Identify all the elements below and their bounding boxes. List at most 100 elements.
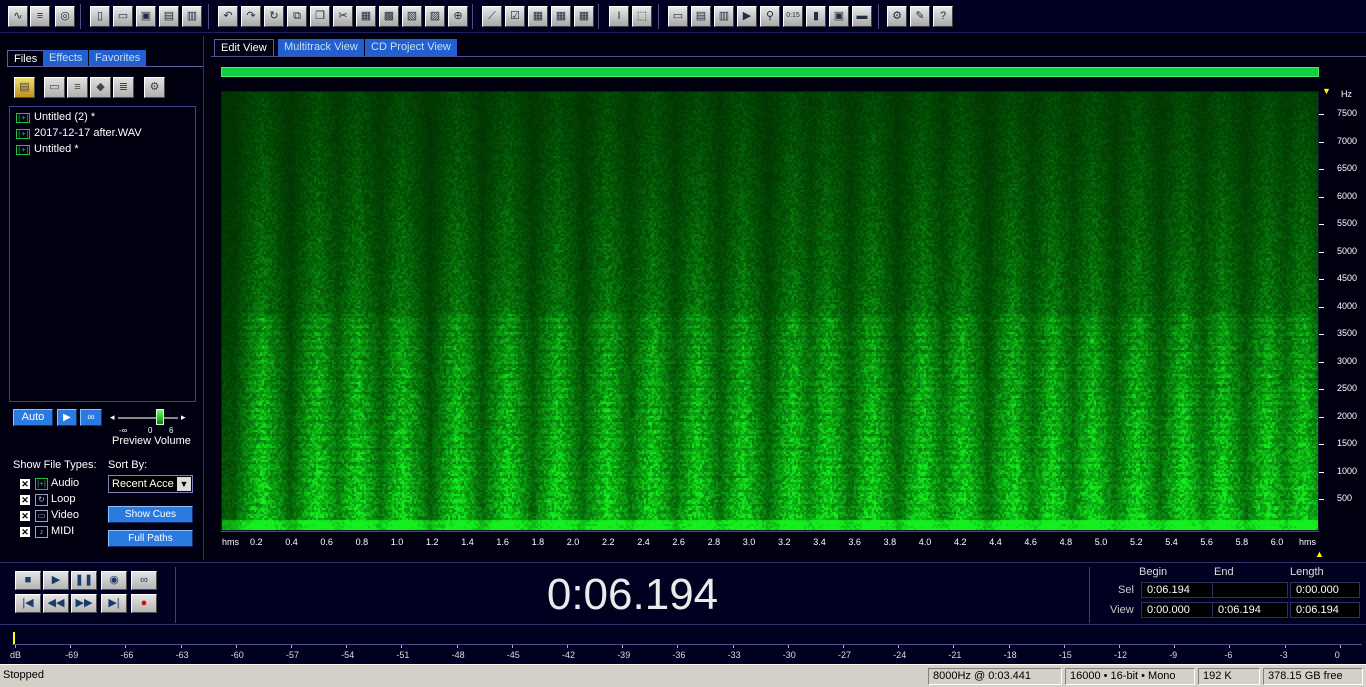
preview-loop-button[interactable]: ∞ (80, 409, 102, 426)
meter-tick-label: -69 (65, 650, 79, 660)
record-button[interactable]: ● (131, 594, 157, 613)
time-icon[interactable]: 0:15 (783, 6, 803, 27)
cue-icon[interactable]: ▥ (714, 6, 734, 27)
cut-icon[interactable]: ✂ (333, 6, 353, 27)
fast-forward-button[interactable]: ▶▶ (71, 594, 97, 613)
view-end-field[interactable]: 0:06.194 (1212, 602, 1288, 618)
preview-volume-thumb[interactable] (156, 409, 164, 425)
file-item[interactable]: |+| Untitled * (16, 143, 79, 157)
tab-edit-view[interactable]: Edit View (214, 39, 274, 56)
full-paths-button[interactable]: Full Paths (108, 530, 193, 547)
view-begin-field[interactable]: 0:00.000 (1141, 602, 1223, 618)
snap-icon[interactable]: ☑ (505, 6, 525, 27)
go-to-end-button[interactable]: ▶| (101, 594, 127, 613)
time-tick-label: 1.0 (390, 537, 404, 547)
cd-view-icon[interactable]: ◎ (55, 6, 75, 27)
go-to-start-button[interactable]: |◀ (15, 594, 41, 613)
midi-checkbox[interactable]: ✕ (20, 527, 30, 537)
tab-cd-project-view[interactable]: CD Project View (365, 39, 457, 56)
paste-new-icon[interactable]: ▩ (379, 6, 399, 27)
file-item[interactable]: |+| Untitled (2) * (16, 111, 96, 125)
zero-cross-icon[interactable]: ⊕ (448, 6, 468, 27)
loop-button[interactable]: ∞ (131, 571, 157, 590)
insert-icon[interactable]: ≣ (113, 77, 134, 98)
copy-new-icon[interactable]: ⧉ (287, 6, 307, 27)
meter-tick-label: -60 (230, 650, 244, 660)
status-format: 16000 • 16-bit • Mono (1065, 668, 1195, 685)
auto-play-button[interactable]: Auto (13, 409, 53, 426)
meter-tick-mark (180, 645, 182, 648)
sel-length-field[interactable]: 0:00.000 (1290, 582, 1360, 598)
new-icon[interactable]: ▯ (90, 6, 110, 27)
close-icon[interactable]: ▣ (136, 6, 156, 27)
audio-checkbox[interactable]: ✕ (20, 479, 30, 489)
clip-icon[interactable]: ▤ (691, 6, 711, 27)
play-to-end-button[interactable]: ◉ (101, 571, 127, 590)
tab-multitrack-view[interactable]: Multitrack View (278, 39, 364, 56)
copy-icon[interactable]: ❐ (310, 6, 330, 27)
time-tick-label: 4.6 (1024, 537, 1037, 547)
preview-play-button[interactable]: ▶ (57, 409, 77, 426)
view-length-field[interactable]: 0:06.194 (1290, 602, 1360, 618)
tab-favorites[interactable]: Favorites (89, 50, 147, 66)
script-icon[interactable]: ✎ (910, 6, 930, 27)
trim-icon[interactable]: ▨ (425, 6, 445, 27)
sel-begin-field[interactable]: 0:06.194 (1141, 582, 1223, 598)
pause-button[interactable]: ❚❚ (71, 571, 97, 590)
stop-button[interactable]: ■ (15, 571, 41, 590)
spectral-icon[interactable]: ▦ (528, 6, 548, 27)
file-item[interactable]: |+| 2017-12-17 after.WAV (16, 127, 142, 141)
hz-tick-mark (1319, 224, 1324, 225)
play-list-icon[interactable]: ▶ (737, 6, 757, 27)
video-checkbox[interactable]: ✕ (20, 511, 30, 521)
overview-range-bar[interactable] (221, 67, 1319, 77)
volume-right-arrow-icon[interactable]: ▸ (181, 412, 186, 423)
level-icon[interactable]: ▮ (806, 6, 826, 27)
edit-file-icon[interactable]: ◆ (90, 77, 111, 98)
save-icon[interactable]: ▤ (159, 6, 179, 27)
redo-icon[interactable]: ↷ (241, 6, 261, 27)
volume-left-arrow-icon[interactable]: ◂ (110, 412, 115, 423)
save-all-icon[interactable]: ▥ (182, 6, 202, 27)
hz-tick-mark (1319, 389, 1324, 390)
open-file-icon[interactable]: ▤ (14, 77, 35, 98)
grid-icon[interactable]: ▦ (551, 6, 571, 27)
settings-icon[interactable]: ⚙ (887, 6, 907, 27)
top-marker-icon[interactable]: ▼ (1322, 86, 1331, 96)
file-name: Untitled (2) * (34, 111, 96, 123)
toolbar-separator (208, 4, 210, 29)
marquee-icon[interactable]: ⬚ (632, 6, 652, 27)
hz-tick-mark (1319, 499, 1324, 500)
select-cursor-icon[interactable]: I (609, 6, 629, 27)
play-button[interactable]: ▶ (43, 571, 69, 590)
undo-icon[interactable]: ↶ (218, 6, 238, 27)
help-icon[interactable]: ? (933, 6, 953, 27)
mix-paste-icon[interactable]: ▧ (402, 6, 422, 27)
info-icon[interactable]: ▣ (829, 6, 849, 27)
tab-files[interactable]: Files (7, 50, 45, 66)
repeat-icon[interactable]: ↻ (264, 6, 284, 27)
ruler-icon[interactable]: ▦ (574, 6, 594, 27)
show-cues-button[interactable]: Show Cues (108, 506, 193, 523)
organizer-settings-icon[interactable]: ⚙ (144, 77, 165, 98)
zoom-icon[interactable]: ⚲ (760, 6, 780, 27)
bar-icon[interactable]: ▬ (852, 6, 872, 27)
multitrack-view-icon[interactable]: ≡ (30, 6, 50, 27)
window-icon[interactable]: ▭ (668, 6, 688, 27)
preview-volume-track[interactable] (118, 417, 178, 419)
rewind-button[interactable]: ◀◀ (43, 594, 69, 613)
tab-effects[interactable]: Effects (43, 50, 89, 66)
time-tick-label: 2.8 (707, 537, 721, 547)
sel-end-field[interactable] (1212, 582, 1288, 598)
bottom-marker-icon[interactable]: ▲ (1315, 549, 1324, 559)
close-file-icon[interactable]: ▭ (44, 77, 65, 98)
open-icon[interactable]: ▭ (113, 6, 133, 27)
loop-checkbox[interactable]: ✕ (20, 495, 30, 505)
import-icon[interactable]: ≡ (67, 77, 88, 98)
waveform-view-icon[interactable]: ∿ (8, 6, 28, 27)
paste-icon[interactable]: ▦ (356, 6, 376, 27)
spectrogram-display[interactable] (221, 91, 1319, 531)
envelope-icon[interactable]: ⟋ (482, 6, 502, 27)
sort-by-select[interactable]: Recent Acce ▼ (108, 475, 193, 493)
chevron-down-icon[interactable]: ▼ (177, 477, 191, 491)
